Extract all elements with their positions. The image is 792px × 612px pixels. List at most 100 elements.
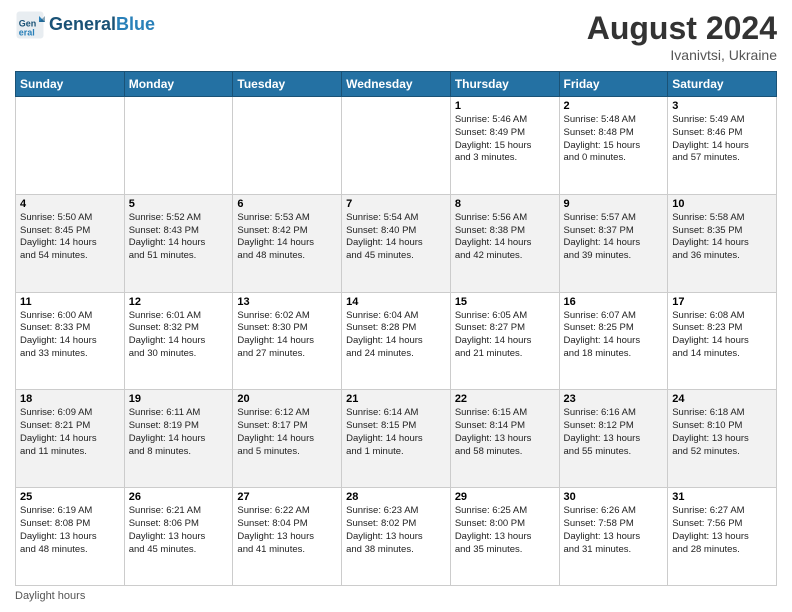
day-number: 26 xyxy=(129,491,229,503)
day-number: 22 xyxy=(455,393,555,405)
logo-text: GeneralBlue xyxy=(49,15,155,35)
calendar-cell: 15Sunrise: 6:05 AM Sunset: 8:27 PM Dayli… xyxy=(450,292,559,390)
calendar-cell: 17 Sunrise: 6:08 AM Sunset: 8:23 PM Dayli… xyxy=(668,292,777,390)
calendar-header-tuesday: Tuesday xyxy=(233,72,342,97)
calendar-cell: 31Sunrise: 6:27 AM Sunset: 7:56 PM Dayli… xyxy=(668,488,777,586)
calendar-cell: 26 Sunrise: 6:21 AM Sunset: 8:06 PM Dayli… xyxy=(124,488,233,586)
day-number: 13 xyxy=(237,296,337,308)
location: Ivanivtsi, Ukraine xyxy=(587,47,777,63)
logo: Gen eral GeneralBlue xyxy=(15,10,155,40)
calendar-cell: 10Sunrise: 5:58 AM Sunset: 8:35 PM Dayli… xyxy=(668,194,777,292)
calendar-cell xyxy=(16,97,125,195)
calendar-cell: 18 Sunrise: 6:09 AM Sunset: 8:21 PM Dayli… xyxy=(16,390,125,488)
day-number: 10 xyxy=(672,198,772,210)
day-number: 17 xyxy=(672,296,772,308)
calendar-cell: 14Sunrise: 6:04 AM Sunset: 8:28 PM Dayli… xyxy=(342,292,451,390)
day-info: Sunrise: 6:07 AM Sunset: 8:25 PM Dayligh… xyxy=(564,310,664,361)
day-info: Sunrise: 6:19 AM Sunset: 8:08 PM Dayligh… xyxy=(20,505,120,556)
day-info: Sunrise: 6:18 AM Sunset: 8:10 PM Dayligh… xyxy=(672,407,772,458)
day-info: Sunrise: 5:50 AM Sunset: 8:45 PM Dayligh… xyxy=(20,212,120,263)
day-info: Sunrise: 5:52 AM Sunset: 8:43 PM Dayligh… xyxy=(129,212,229,263)
day-number: 1 xyxy=(455,100,555,112)
calendar-cell: 7 Sunrise: 5:54 AM Sunset: 8:40 PM Daylig… xyxy=(342,194,451,292)
day-number: 2 xyxy=(564,100,664,112)
calendar-cell: 24Sunrise: 6:18 AM Sunset: 8:10 PM Dayli… xyxy=(668,390,777,488)
day-number: 21 xyxy=(346,393,446,405)
calendar-cell: 11 Sunrise: 6:00 AM Sunset: 8:33 PM Dayli… xyxy=(16,292,125,390)
calendar-week-2: 11 Sunrise: 6:00 AM Sunset: 8:33 PM Dayli… xyxy=(16,292,777,390)
day-info: Sunrise: 6:25 AM Sunset: 8:00 PM Dayligh… xyxy=(455,505,555,556)
day-info: Sunrise: 6:12 AM Sunset: 8:17 PM Dayligh… xyxy=(237,407,337,458)
day-number: 19 xyxy=(129,393,229,405)
calendar-cell xyxy=(233,97,342,195)
calendar-cell: 22 Sunrise: 6:15 AM Sunset: 8:14 PM Dayli… xyxy=(450,390,559,488)
logo-icon: Gen eral xyxy=(15,10,45,40)
month-year: August 2024 xyxy=(587,10,777,47)
day-info: Sunrise: 6:21 AM Sunset: 8:06 PM Dayligh… xyxy=(129,505,229,556)
calendar-cell: 25 Sunrise: 6:19 AM Sunset: 8:08 PM Dayli… xyxy=(16,488,125,586)
day-number: 25 xyxy=(20,491,120,503)
calendar-cell xyxy=(342,97,451,195)
calendar-cell xyxy=(124,97,233,195)
calendar-cell: 8 Sunrise: 5:56 AM Sunset: 8:38 PM Daylig… xyxy=(450,194,559,292)
day-info: Sunrise: 6:09 AM Sunset: 8:21 PM Dayligh… xyxy=(20,407,120,458)
calendar-cell: 6Sunrise: 5:53 AM Sunset: 8:42 PM Daylig… xyxy=(233,194,342,292)
calendar-header-saturday: Saturday xyxy=(668,72,777,97)
calendar-cell: 1 Sunrise: 5:46 AM Sunset: 8:49 PM Daylig… xyxy=(450,97,559,195)
day-info: Sunrise: 6:14 AM Sunset: 8:15 PM Dayligh… xyxy=(346,407,446,458)
day-number: 8 xyxy=(455,198,555,210)
day-info: Sunrise: 6:11 AM Sunset: 8:19 PM Dayligh… xyxy=(129,407,229,458)
calendar-cell: 28Sunrise: 6:23 AM Sunset: 8:02 PM Dayli… xyxy=(342,488,451,586)
calendar-cell: 27Sunrise: 6:22 AM Sunset: 8:04 PM Dayli… xyxy=(233,488,342,586)
calendar-cell: 23 Sunrise: 6:16 AM Sunset: 8:12 PM Dayli… xyxy=(559,390,668,488)
day-number: 20 xyxy=(237,393,337,405)
day-number: 18 xyxy=(20,393,120,405)
calendar-cell: 30 Sunrise: 6:26 AM Sunset: 7:58 PM Dayli… xyxy=(559,488,668,586)
day-number: 5 xyxy=(129,198,229,210)
day-number: 6 xyxy=(237,198,337,210)
day-number: 14 xyxy=(346,296,446,308)
calendar-cell: 20 Sunrise: 6:12 AM Sunset: 8:17 PM Dayli… xyxy=(233,390,342,488)
day-info: Sunrise: 6:27 AM Sunset: 7:56 PM Dayligh… xyxy=(672,505,772,556)
calendar-cell: 9 Sunrise: 5:57 AM Sunset: 8:37 PM Daylig… xyxy=(559,194,668,292)
calendar-header-wednesday: Wednesday xyxy=(342,72,451,97)
calendar-cell: 29 Sunrise: 6:25 AM Sunset: 8:00 PM Dayli… xyxy=(450,488,559,586)
calendar-cell: 12 Sunrise: 6:01 AM Sunset: 8:32 PM Dayli… xyxy=(124,292,233,390)
day-info: Sunrise: 6:22 AM Sunset: 8:04 PM Dayligh… xyxy=(237,505,337,556)
day-number: 29 xyxy=(455,491,555,503)
footer-note: Daylight hours xyxy=(15,590,777,602)
day-info: Sunrise: 6:01 AM Sunset: 8:32 PM Dayligh… xyxy=(129,310,229,361)
day-number: 7 xyxy=(346,198,446,210)
day-info: Sunrise: 5:48 AM Sunset: 8:48 PM Dayligh… xyxy=(564,114,664,165)
day-info: Sunrise: 6:05 AM Sunset: 8:27 PM Dayligh… xyxy=(455,310,555,361)
calendar-week-0: 1 Sunrise: 5:46 AM Sunset: 8:49 PM Daylig… xyxy=(16,97,777,195)
day-info: Sunrise: 5:46 AM Sunset: 8:49 PM Dayligh… xyxy=(455,114,555,165)
calendar-header-row: SundayMondayTuesdayWednesdayThursdayFrid… xyxy=(16,72,777,97)
day-info: Sunrise: 6:16 AM Sunset: 8:12 PM Dayligh… xyxy=(564,407,664,458)
day-info: Sunrise: 6:15 AM Sunset: 8:14 PM Dayligh… xyxy=(455,407,555,458)
calendar-week-4: 25 Sunrise: 6:19 AM Sunset: 8:08 PM Dayli… xyxy=(16,488,777,586)
day-number: 28 xyxy=(346,491,446,503)
calendar-week-1: 4Sunrise: 5:50 AM Sunset: 8:45 PM Daylig… xyxy=(16,194,777,292)
day-info: Sunrise: 5:56 AM Sunset: 8:38 PM Dayligh… xyxy=(455,212,555,263)
title-area: August 2024 Ivanivtsi, Ukraine xyxy=(587,10,777,63)
day-info: Sunrise: 6:26 AM Sunset: 7:58 PM Dayligh… xyxy=(564,505,664,556)
day-number: 23 xyxy=(564,393,664,405)
day-info: Sunrise: 6:08 AM Sunset: 8:23 PM Dayligh… xyxy=(672,310,772,361)
day-info: Sunrise: 5:54 AM Sunset: 8:40 PM Dayligh… xyxy=(346,212,446,263)
calendar-header-sunday: Sunday xyxy=(16,72,125,97)
calendar-header-thursday: Thursday xyxy=(450,72,559,97)
day-number: 11 xyxy=(20,296,120,308)
calendar: SundayMondayTuesdayWednesdayThursdayFrid… xyxy=(15,71,777,586)
calendar-cell: 16Sunrise: 6:07 AM Sunset: 8:25 PM Dayli… xyxy=(559,292,668,390)
calendar-cell: 2 Sunrise: 5:48 AM Sunset: 8:48 PM Daylig… xyxy=(559,97,668,195)
day-number: 12 xyxy=(129,296,229,308)
calendar-cell: 21 Sunrise: 6:14 AM Sunset: 8:15 PM Dayli… xyxy=(342,390,451,488)
day-info: Sunrise: 6:00 AM Sunset: 8:33 PM Dayligh… xyxy=(20,310,120,361)
calendar-header-monday: Monday xyxy=(124,72,233,97)
day-info: Sunrise: 5:49 AM Sunset: 8:46 PM Dayligh… xyxy=(672,114,772,165)
day-info: Sunrise: 5:57 AM Sunset: 8:37 PM Dayligh… xyxy=(564,212,664,263)
calendar-cell: 5 Sunrise: 5:52 AM Sunset: 8:43 PM Daylig… xyxy=(124,194,233,292)
day-number: 30 xyxy=(564,491,664,503)
day-number: 9 xyxy=(564,198,664,210)
